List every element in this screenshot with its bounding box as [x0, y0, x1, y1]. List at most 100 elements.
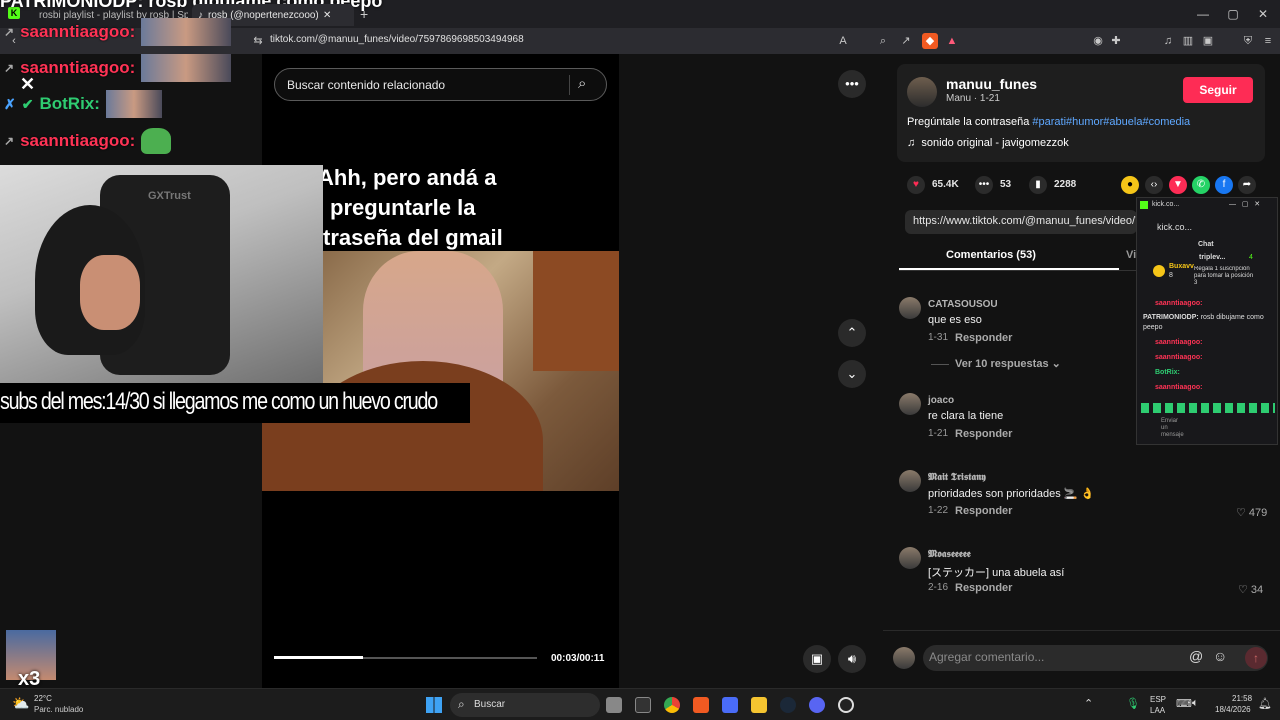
author-avatar[interactable]: [907, 77, 937, 107]
explorer-icon[interactable]: [751, 697, 767, 713]
comment-avatar[interactable]: [899, 547, 921, 569]
chat-emote-image: [141, 18, 232, 46]
speaker-icon[interactable]: 🔈︎: [1192, 697, 1199, 710]
kick-chat-name: saanntiaagoo:: [1155, 384, 1203, 391]
task-view-icon[interactable]: [606, 697, 622, 713]
comment-like[interactable]: ♡ 479: [1236, 506, 1267, 519]
music-icon[interactable]: ♫: [1160, 33, 1176, 49]
share-arrow-icon[interactable]: ➦: [1238, 176, 1256, 194]
kick-tab[interactable]: kick.co...: [1157, 222, 1192, 232]
kick-send-input[interactable]: Enviar un mensaje: [1161, 418, 1184, 439]
kick-popup-window[interactable]: kick.co... — ▢ ✕ kick.co... Chat triplev…: [1136, 197, 1278, 445]
translate-icon[interactable]: A: [835, 33, 851, 49]
sound-row[interactable]: ♫ sonido original - javigomezzok: [907, 137, 1069, 149]
mic-icon[interactable]: 🎙︎: [1126, 697, 1140, 710]
comment-icon[interactable]: •••: [975, 176, 993, 194]
whatsapp-icon[interactable]: ✆: [1192, 176, 1210, 194]
comment-input[interactable]: Agregar comentario... @ ☺: [923, 645, 1268, 671]
zoom-icon[interactable]: ⌕: [875, 33, 891, 49]
sidebar-icon[interactable]: ▥: [1180, 33, 1196, 49]
tab-videos[interactable]: Vi: [1126, 249, 1136, 261]
video-caption-line-1: Ahh, pero andá a: [318, 165, 497, 190]
comment-avatar[interactable]: [899, 297, 921, 319]
reply-button[interactable]: Responder: [955, 428, 1012, 440]
close-window-button[interactable]: ✕: [1248, 4, 1278, 24]
menu-icon[interactable]: ≡: [1260, 33, 1276, 49]
reply-button[interactable]: Responder: [955, 582, 1012, 594]
comment-avatar[interactable]: [899, 470, 921, 492]
view-replies-button[interactable]: Ver 10 respuestas ⌄: [931, 357, 1061, 370]
hashtags-link[interactable]: #parati#humor#abuela#comedia: [1032, 116, 1190, 128]
kick-emote-bar[interactable]: [1141, 403, 1275, 413]
progress-fill: [274, 656, 363, 659]
emoji-icon[interactable]: ☺: [1213, 648, 1227, 664]
clock-time[interactable]: 21:58: [1232, 694, 1252, 703]
steam-icon[interactable]: [780, 697, 796, 713]
previous-video-button[interactable]: ⌃: [838, 319, 866, 347]
like-heart-icon[interactable]: ♥: [907, 176, 925, 194]
related-search-input[interactable]: Buscar contenido relacionado ⌕: [274, 68, 607, 101]
minimize-button[interactable]: —: [1188, 4, 1218, 24]
pip-icon[interactable]: ▣: [803, 645, 831, 673]
repost-icon[interactable]: ▼: [1169, 176, 1187, 194]
comment-like[interactable]: ♡ 34: [1238, 583, 1263, 596]
epic-icon[interactable]: [635, 697, 651, 713]
puzzle-icon[interactable]: ✚: [1108, 33, 1124, 49]
share-url-field[interactable]: https://www.tiktok.com/@manuu_funes/vide…: [905, 210, 1137, 234]
follow-button[interactable]: Seguir: [1183, 77, 1253, 103]
kick-window-controls[interactable]: — ▢ ✕: [1229, 200, 1260, 208]
network-icon[interactable]: ⌨: [1176, 697, 1192, 710]
embed-icon[interactable]: ‹›: [1145, 176, 1163, 194]
extension-icon[interactable]: ◉: [1090, 33, 1106, 49]
coin-icon[interactable]: ●: [1121, 176, 1139, 194]
bookmark-icon[interactable]: ▮: [1029, 176, 1047, 194]
vpn-icon[interactable]: ⛨: [1240, 33, 1256, 49]
reply-button[interactable]: Responder: [955, 505, 1012, 517]
maximize-button[interactable]: ▢: [1218, 4, 1248, 24]
next-video-button[interactable]: ⌄: [838, 360, 866, 388]
lang-indicator-2[interactable]: LAA: [1150, 706, 1165, 715]
tab-comments[interactable]: Comentarios (53): [946, 249, 1036, 261]
store-icon[interactable]: [722, 697, 738, 713]
reply-button[interactable]: Responder: [955, 332, 1012, 344]
search-icon[interactable]: ⌕: [578, 75, 586, 92]
comment-date: 2-16: [928, 582, 949, 593]
url-field[interactable]: tiktok.com/@manuu_funes/video/7597869698…: [270, 34, 524, 45]
tray-chevron-icon[interactable]: ⌃: [1084, 697, 1093, 710]
lang-indicator[interactable]: ESP: [1150, 695, 1166, 704]
taskbar-search[interactable]: ⌕ Buscar: [450, 693, 600, 717]
table: [323, 361, 543, 491]
clock-date[interactable]: 18/4/2026: [1215, 705, 1251, 714]
comment-count: 53: [1000, 179, 1012, 190]
comment-user[interactable]: CATASOUSOU: [928, 299, 998, 310]
comment-user[interactable]: joaco: [928, 395, 954, 406]
cabinet: [533, 251, 619, 371]
wallet-icon[interactable]: ▣: [1200, 33, 1216, 49]
author-username[interactable]: manuu_funes: [946, 76, 1037, 92]
weather-icon[interactable]: ⛅: [12, 695, 29, 712]
discord-icon[interactable]: [809, 697, 825, 713]
comment-avatar[interactable]: [899, 393, 921, 415]
obs-icon[interactable]: [838, 697, 854, 713]
share-icon[interactable]: ↗: [898, 33, 914, 49]
chat-username: saanntiaagoo:: [20, 131, 136, 150]
chrome-icon[interactable]: [664, 697, 680, 713]
volume-icon[interactable]: 🔊︎: [838, 645, 866, 673]
facebook-icon[interactable]: f: [1215, 176, 1233, 194]
time-display: 00:03/00:11: [551, 653, 605, 664]
video-frame: [323, 251, 619, 491]
post-comment-button[interactable]: ↑: [1245, 647, 1267, 669]
notification-icon[interactable]: 🔔︎: [1258, 697, 1272, 710]
start-icon[interactable]: [426, 697, 442, 713]
more-options-icon[interactable]: •••: [838, 70, 866, 98]
site-settings-icon[interactable]: ⇆: [250, 33, 266, 49]
rewards-icon[interactable]: ▲: [944, 33, 960, 49]
brave-shield-icon[interactable]: ◆: [922, 33, 938, 49]
mention-icon[interactable]: @: [1189, 648, 1203, 664]
comment-user[interactable]: 𝕸𝖆𝖎𝖙 𝕿𝖗𝖎𝖘𝖙𝖆𝖓𝖞: [928, 472, 986, 483]
kick-gift-badge-icon: [1153, 265, 1165, 277]
brave-icon[interactable]: [693, 697, 709, 713]
comment-user[interactable]: 𝕸𝖔𝖆𝖘𝖊𝖊𝖊𝖊𝖊: [928, 549, 971, 560]
close-tab-icon[interactable]: ✕: [323, 10, 331, 21]
new-tab-button[interactable]: +: [360, 6, 368, 22]
